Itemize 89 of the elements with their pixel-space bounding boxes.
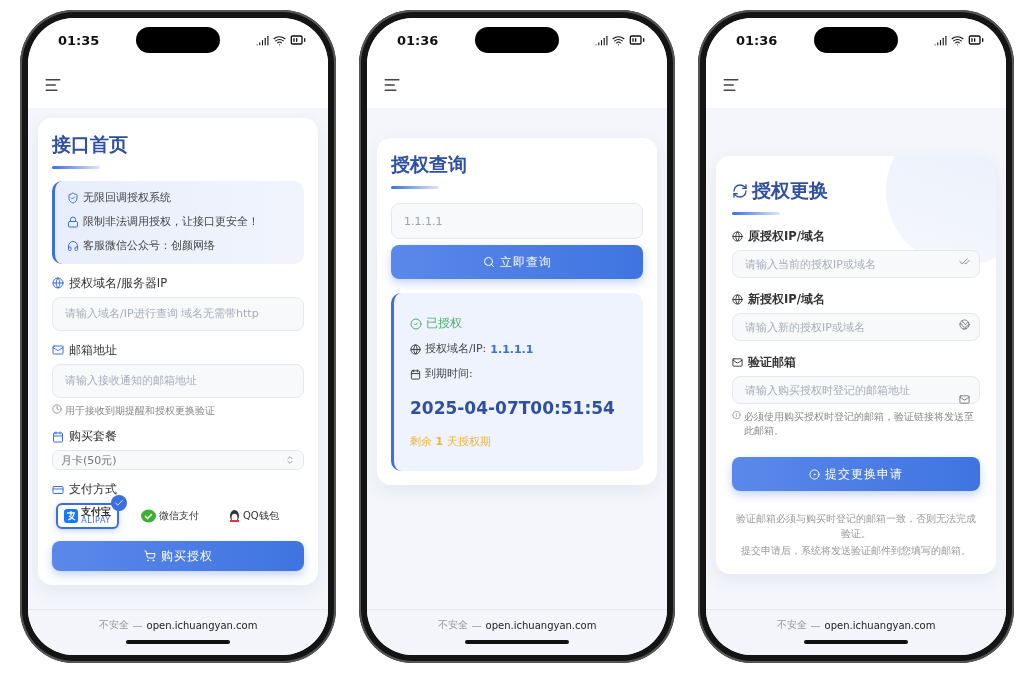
- notice-text: 客服微信公众号：创颜网络: [83, 238, 215, 254]
- wifi-icon: [612, 33, 625, 47]
- address-bar[interactable]: 不安全 — open.ichuangyan.com: [28, 609, 328, 655]
- globe-icon: [410, 343, 421, 355]
- url-text: open.ichuangyan.com: [824, 619, 936, 631]
- address-bar[interactable]: 不安全 — open.ichuangyan.com: [706, 609, 1006, 655]
- lock-icon: [67, 216, 79, 229]
- chevron-icon: [285, 455, 295, 466]
- circle-dot-icon: [809, 468, 820, 480]
- address-bar[interactable]: 不安全 — open.ichuangyan.com: [367, 609, 667, 655]
- separator-text: —: [132, 619, 143, 631]
- field-label: 邮箱地址: [69, 342, 117, 358]
- field-label: 购买套餐: [69, 429, 117, 445]
- input-field[interactable]: 请输入域名/IP进行查询 域名无需带http: [52, 296, 304, 331]
- domain-value: 1.1.1.1: [490, 342, 534, 356]
- payment-logo-icon: [64, 509, 78, 524]
- query-button[interactable]: 立即查询: [391, 245, 643, 279]
- status-time: 01:36: [397, 32, 439, 48]
- input-field[interactable]: 请输入接收通知的邮箱地址: [52, 363, 304, 398]
- signal-icon: [934, 33, 947, 47]
- battery-icon: [968, 32, 984, 48]
- globe-icon: [52, 277, 64, 290]
- buy-button[interactable]: 购买授权: [52, 541, 304, 572]
- hint-text: 用于接收到期提醒和授权更换验证: [65, 403, 215, 418]
- penguin-icon: [229, 509, 240, 524]
- battery-icon: [629, 32, 645, 48]
- cart-icon: [143, 550, 156, 563]
- security-label: 不安全: [98, 618, 129, 632]
- field-label: 授权域名/服务器IP: [69, 275, 168, 291]
- check-circle-icon: [410, 317, 422, 330]
- globe-icon: [732, 294, 743, 305]
- mail-icon: [732, 357, 743, 368]
- menu-icon[interactable]: [44, 76, 62, 94]
- field-label: 新授权IP/域名: [748, 292, 825, 307]
- expiry-label: 到期时间:: [425, 366, 473, 382]
- domain-label: 授权域名/IP:: [425, 342, 487, 357]
- input-field[interactable]: 请输入购买授权时登记的邮箱地址: [732, 376, 980, 404]
- battery-icon: [290, 32, 306, 48]
- calendar-icon: [410, 368, 421, 380]
- url-text: open.ichuangyan.com: [146, 619, 258, 631]
- field-label: 原授权IP/域名: [748, 229, 825, 244]
- page-title: 接口首页: [52, 132, 129, 157]
- title-underline: [391, 186, 439, 189]
- wifi-icon: [951, 33, 964, 47]
- payment-option[interactable]: 支付宝 ALIPAY: [56, 503, 119, 530]
- globe-icon: [732, 231, 743, 242]
- title-underline: [52, 166, 100, 169]
- search-icon: [482, 256, 495, 268]
- note-text: 提交申请后，系统将发送验证邮件到您填写的邮箱。: [740, 544, 972, 558]
- hint-text: 必须使用购买授权时登记的邮箱，验证链接将发送至此邮箱。: [743, 410, 975, 437]
- field-label: 验证邮箱: [748, 355, 796, 370]
- signal-icon: [595, 33, 608, 47]
- input-field[interactable]: 请输入新的授权IP或域名: [732, 313, 980, 341]
- plan-select[interactable]: 月卡(50元): [52, 450, 304, 471]
- shield-icon: [67, 192, 79, 205]
- expiry-date: 2025-04-07T00:51:54: [410, 397, 616, 418]
- url-text: open.ichuangyan.com: [485, 619, 597, 631]
- submit-button[interactable]: 提交更换申请: [732, 457, 980, 491]
- status-text: 已授权: [426, 315, 462, 332]
- menu-icon[interactable]: [383, 76, 401, 94]
- clock-icon: [52, 403, 62, 414]
- security-label: 不安全: [437, 618, 468, 632]
- separator-text: —: [810, 619, 821, 631]
- mail-icon: [52, 344, 64, 357]
- double-check-icon: [959, 256, 970, 267]
- page-title: 授权查询: [391, 152, 468, 177]
- status-time: 01:35: [58, 32, 100, 48]
- separator-text: —: [471, 619, 482, 631]
- card-icon: [52, 483, 64, 496]
- title-underline: [732, 212, 780, 215]
- chat-bubble-icon: [141, 509, 156, 524]
- signal-icon: [256, 33, 269, 47]
- field-label: 支付方式: [69, 482, 117, 498]
- remaining-text: 剩余 1 天授权期: [410, 433, 492, 449]
- input-field[interactable]: 请输入当前的授权IP或域名: [732, 250, 980, 278]
- menu-icon[interactable]: [722, 76, 740, 94]
- page-title: 授权更换: [752, 178, 828, 203]
- mail-icon: [959, 394, 970, 405]
- headset-icon: [67, 240, 79, 253]
- globe-icon: [959, 319, 970, 330]
- notice-text: 限制非法调用授权，让接口更安全！: [83, 214, 259, 230]
- info-icon: [732, 410, 741, 420]
- wifi-icon: [273, 33, 286, 47]
- security-label: 不安全: [776, 618, 807, 632]
- refresh-icon: [732, 183, 748, 199]
- check-badge-icon: [111, 495, 127, 512]
- status-time: 01:36: [736, 32, 778, 48]
- notice-text: 无限回调授权系统: [83, 191, 171, 206]
- calendar-icon: [52, 430, 64, 443]
